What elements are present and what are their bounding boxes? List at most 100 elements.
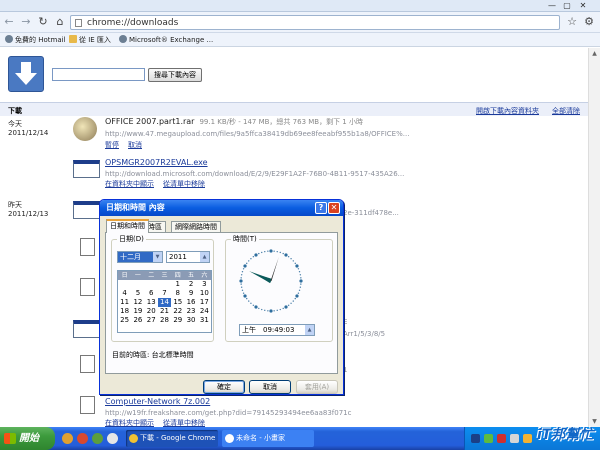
partial-url: Arr1/5/3/8/5 [343, 330, 386, 338]
calendar-day[interactable]: 25 [118, 316, 131, 325]
calendar-day[interactable]: 28 [158, 316, 171, 325]
maximize-icon[interactable]: ▢ [561, 1, 573, 11]
cancel-button[interactable]: 取消 [249, 380, 291, 394]
clock-second-hand [270, 257, 279, 282]
calendar-day[interactable]: 17 [198, 298, 211, 307]
download-url[interactable]: http://download.microsoft.com/download/E… [105, 170, 404, 179]
calendar-day[interactable]: 10 [198, 289, 211, 298]
start-button[interactable]: 開始 [0, 427, 55, 450]
volume-icon[interactable] [510, 434, 519, 443]
clock-minute-mark [240, 283, 242, 285]
bookmark-hotmail[interactable]: 免費的 Hotmail [5, 34, 66, 46]
scrollbar[interactable]: ▲ ▼ [588, 48, 600, 427]
calendar-days: 1 2 3 4 5 6 7 8 9 10 11 12 13 14 15 16 17 18 19 20 21 22 23 24 2… [118, 280, 211, 325]
media-icon[interactable] [92, 433, 103, 444]
calendar-day[interactable]: 13 [145, 298, 158, 307]
open-downloads-folder-link[interactable]: 開啟下載內容資料夾 [476, 106, 539, 116]
calendar-day[interactable]: 21 [158, 307, 171, 316]
calendar-day[interactable]: 27 [145, 316, 158, 325]
toolbar: ← → ↻ ⌂ chrome://downloads ☆ ⚙ [0, 12, 600, 33]
calendar-day[interactable]: 8 [171, 289, 184, 298]
calendar-day[interactable]: 26 [131, 316, 144, 325]
calendar-day[interactable]: 18 [118, 307, 131, 316]
close-icon[interactable]: ✕ [577, 1, 589, 11]
antivirus-icon[interactable] [497, 434, 506, 443]
file-icon [80, 396, 95, 414]
calendar-day[interactable]: 22 [171, 307, 184, 316]
tab-date-time[interactable]: 日期和時間 [106, 219, 149, 233]
year-stepper[interactable]: 2011 ▲ [166, 251, 210, 263]
dialog-titlebar[interactable]: 日期和時間 內容 ? ✕ [100, 200, 343, 216]
clock-minute-mark [248, 300, 250, 302]
calendar-day[interactable]: 12 [131, 298, 144, 307]
security-icon[interactable] [523, 434, 532, 443]
remove-from-list-link[interactable]: 從清單中移除 [163, 419, 205, 427]
hotmail-icon [5, 35, 13, 43]
help-icon[interactable]: ? [315, 202, 327, 214]
cancel-link[interactable]: 取消 [128, 141, 142, 149]
apply-button[interactable]: 套用(A) [296, 380, 338, 394]
calendar-day[interactable]: 29 [171, 316, 184, 325]
task-paint[interactable]: 未命名 - 小畫家 [222, 430, 314, 447]
tab-internet-time[interactable]: 網際網路時間 [171, 221, 221, 232]
scroll-up-icon[interactable]: ▲ [589, 48, 600, 59]
address-bar[interactable]: chrome://downloads [70, 15, 560, 30]
search-button[interactable]: 搜尋下載內容 [148, 68, 202, 82]
stepper-arrows-icon[interactable]: ▲ [305, 325, 314, 335]
bookmark-exchange[interactable]: Microsoft® Exchange ... [119, 34, 213, 46]
download-url[interactable]: http://w19fr.freakshare.com/get.php?did=… [105, 409, 351, 418]
clock-minute-mark [261, 308, 263, 311]
calendar-day[interactable]: 3 [198, 280, 211, 289]
home-icon[interactable]: ⌂ [54, 16, 66, 28]
calendar-day[interactable]: 23 [184, 307, 197, 316]
calendar-day[interactable]: 30 [184, 316, 197, 325]
calendar-day[interactable]: 20 [145, 307, 158, 316]
download-url[interactable]: http://www.47.megaupload.com/files/9a5ff… [105, 130, 409, 139]
clear-all-link[interactable]: 全部清除 [552, 106, 580, 116]
calendar-day[interactable]: 31 [198, 316, 211, 325]
calendar-day[interactable]: 6 [145, 289, 158, 298]
close-icon[interactable]: ✕ [328, 202, 340, 214]
download-title-link[interactable]: Computer-Network 7z.002 [105, 397, 210, 407]
show-in-folder-link[interactable]: 在資料夾中顯示 [105, 419, 154, 427]
calendar-day[interactable]: 5 [131, 289, 144, 298]
desktop-icon[interactable] [107, 433, 118, 444]
calendar-day[interactable]: 11 [118, 298, 131, 307]
remove-from-list-link[interactable]: 從清單中移除 [163, 180, 205, 188]
calendar-day[interactable]: 24 [198, 307, 211, 316]
ie-icon[interactable] [62, 433, 73, 444]
calendar-day[interactable]: 15 [171, 298, 184, 307]
clock-minute-mark [240, 286, 243, 288]
download-title-link[interactable]: OPSMGR2007R2EVAL.exe [105, 158, 208, 168]
calendar-day[interactable]: 2 [184, 280, 197, 289]
task-chrome[interactable]: 下載 - Google Chrome [126, 430, 218, 447]
time-field[interactable]: 上午 09:49:03 ▲ [239, 324, 315, 336]
calendar-day[interactable]: 1 [171, 280, 184, 289]
wrench-icon[interactable]: ⚙ [583, 16, 595, 28]
calendar-day[interactable]: 19 [131, 307, 144, 316]
page-icon [75, 19, 82, 27]
calendar-day[interactable]: 4 [118, 289, 131, 298]
clock-minute-mark [297, 292, 300, 294]
pause-link[interactable]: 暫停 [105, 141, 119, 149]
stepper-arrows-icon[interactable]: ▲ [200, 252, 209, 262]
calendar-day[interactable]: 14 [157, 298, 172, 307]
show-in-folder-link[interactable]: 在資料夾中顯示 [105, 180, 154, 188]
minimize-icon[interactable]: — [546, 1, 558, 11]
search-input[interactable] [52, 68, 145, 81]
forward-icon[interactable]: → [20, 16, 32, 28]
calendar-day[interactable]: 7 [158, 289, 171, 298]
chrome-icon[interactable] [77, 433, 88, 444]
calendar-day[interactable]: 9 [184, 289, 197, 298]
reload-icon[interactable]: ↻ [37, 16, 49, 28]
chevron-down-icon[interactable]: ▼ [153, 252, 162, 262]
back-icon[interactable]: ← [3, 16, 15, 28]
ok-button[interactable]: 確定 [203, 380, 245, 394]
network-icon[interactable] [484, 434, 493, 443]
bookmark-ie-import[interactable]: 從 IE 匯入 [69, 34, 111, 46]
calendar-day[interactable]: 16 [184, 298, 197, 307]
month-select[interactable]: 十二月 ▼ [117, 251, 163, 263]
address-text[interactable]: chrome://downloads [87, 17, 178, 29]
language-icon[interactable] [471, 434, 480, 443]
star-icon[interactable]: ☆ [566, 16, 578, 28]
